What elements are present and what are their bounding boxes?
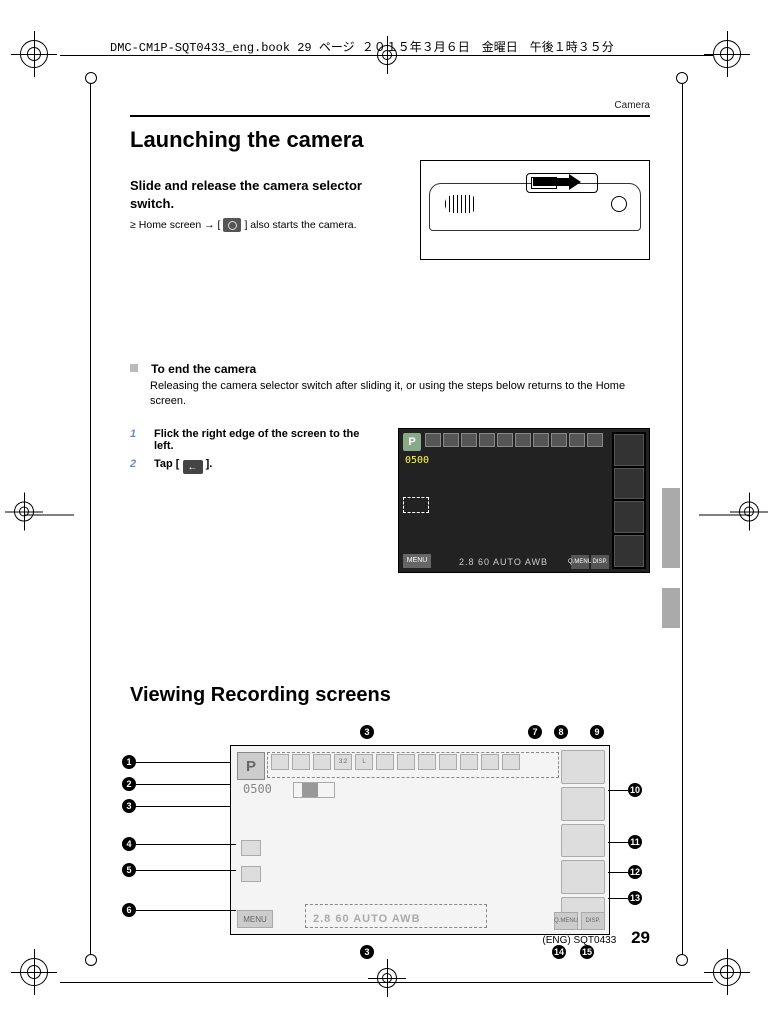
page-footer: (ENG) SQT0433 29 — [130, 928, 650, 948]
crop-mark — [713, 958, 753, 998]
callout-10: 10 — [628, 783, 642, 797]
page-content: Camera Launching the camera Slide and re… — [130, 100, 650, 947]
callout-3b: 3 — [122, 799, 136, 813]
callout-12: 12 — [628, 865, 642, 879]
lead-instruction: Slide and release the camera selector sw… — [130, 177, 390, 212]
tab-marker — [662, 588, 680, 628]
crop-dot — [85, 72, 97, 84]
callout-2: 2 — [122, 777, 136, 791]
crop-dot — [676, 954, 688, 966]
step-1: 1 Flick the right edge of the screen to … — [130, 428, 380, 452]
end-camera-title: To end the camera — [151, 362, 256, 376]
step-text: Tap [ ← ]. — [154, 458, 380, 475]
step-number: 2 — [130, 458, 142, 475]
back-arrow-icon: ← — [183, 460, 203, 474]
camera-icon — [223, 218, 241, 232]
touch-tab-icon — [403, 497, 429, 513]
crop-rule — [682, 78, 683, 960]
disp-label: DISP. — [591, 555, 609, 569]
step-text: Flick the right edge of the screen to th… — [154, 428, 380, 452]
qmenu-disp: Q.MENU DISP. — [571, 555, 609, 569]
figure-selector-switch — [420, 160, 650, 260]
callout-7: 7 — [528, 725, 542, 739]
crop-dot — [676, 72, 688, 84]
figure-recording-screen: 3 7 8 9 P 3:2L 0500 MENU 2.8 60 AUTO AWB… — [230, 727, 630, 947]
callout-6: 6 — [122, 903, 136, 917]
qmenu-label: Q.MENU — [571, 555, 589, 569]
square-bullet-icon — [130, 364, 138, 372]
crop-mark — [20, 40, 60, 80]
step-number: 1 — [130, 428, 142, 452]
exposure-readout: 2.8 60 AUTO AWB — [459, 557, 548, 567]
end-camera-text: Releasing the camera selector switch aft… — [150, 379, 650, 410]
callout-9: 9 — [590, 725, 604, 739]
histogram-icon — [293, 782, 335, 798]
menu-label: MENU — [237, 910, 273, 928]
heading-launching: Launching the camera — [130, 127, 650, 153]
crop-mark — [377, 968, 397, 993]
callout-13: 13 — [628, 891, 642, 905]
step2-suffix: ]. — [206, 458, 213, 470]
crop-mark — [713, 40, 753, 80]
callout-4: 4 — [122, 837, 136, 851]
frame-count: 0500 — [405, 455, 429, 466]
bullet-dot: ≥ — [130, 219, 136, 231]
mode-badge: P — [403, 433, 421, 451]
figure-small-screen: P 0500 MENU 2.8 60 AUTO AWB Q.MENU DISP. — [398, 428, 650, 573]
step-2: 2 Tap [ ← ]. — [130, 458, 380, 475]
mode-badge: P — [237, 752, 265, 780]
steps-block: 1 Flick the right edge of the screen to … — [130, 428, 650, 475]
heading-viewing: Viewing Recording screens — [130, 684, 650, 707]
status-icons-row: 3:2L — [271, 754, 520, 770]
callout-5: 5 — [122, 863, 136, 877]
section-label: Camera — [130, 100, 650, 111]
callout-8: 8 — [554, 725, 568, 739]
crop-mark — [739, 502, 759, 527]
tab-marker — [662, 488, 680, 568]
crop-mark — [20, 958, 60, 998]
crop-rule — [90, 78, 91, 960]
crop-mark — [14, 502, 34, 527]
note-prefix: Home screen → [ — [139, 219, 221, 231]
callout-3: 3 — [360, 725, 374, 739]
side-panel — [561, 750, 605, 930]
end-camera-block: To end the camera Releasing the camera s… — [130, 362, 650, 410]
step2-prefix: Tap [ — [154, 458, 179, 470]
callout-1: 1 — [122, 755, 136, 769]
note-suffix: ] also starts the camera. — [244, 219, 356, 231]
callout-11: 11 — [628, 835, 642, 849]
delete-icon — [241, 866, 261, 882]
crop-dot — [85, 954, 97, 966]
source-file-tag: DMC-CM1P-SQT0433_eng.book 29 ページ ２０１５年３月… — [110, 38, 614, 55]
touch-tab-icon — [241, 840, 261, 856]
frame-count: 0500 — [243, 782, 272, 796]
page-number: 29 — [631, 928, 650, 947]
exposure-readout: 2.8 60 AUTO AWB — [313, 913, 421, 925]
side-panel — [612, 432, 646, 569]
section-rule — [130, 115, 650, 117]
footer-code: (ENG) SQT0433 — [542, 935, 616, 946]
menu-label: MENU — [403, 554, 431, 568]
